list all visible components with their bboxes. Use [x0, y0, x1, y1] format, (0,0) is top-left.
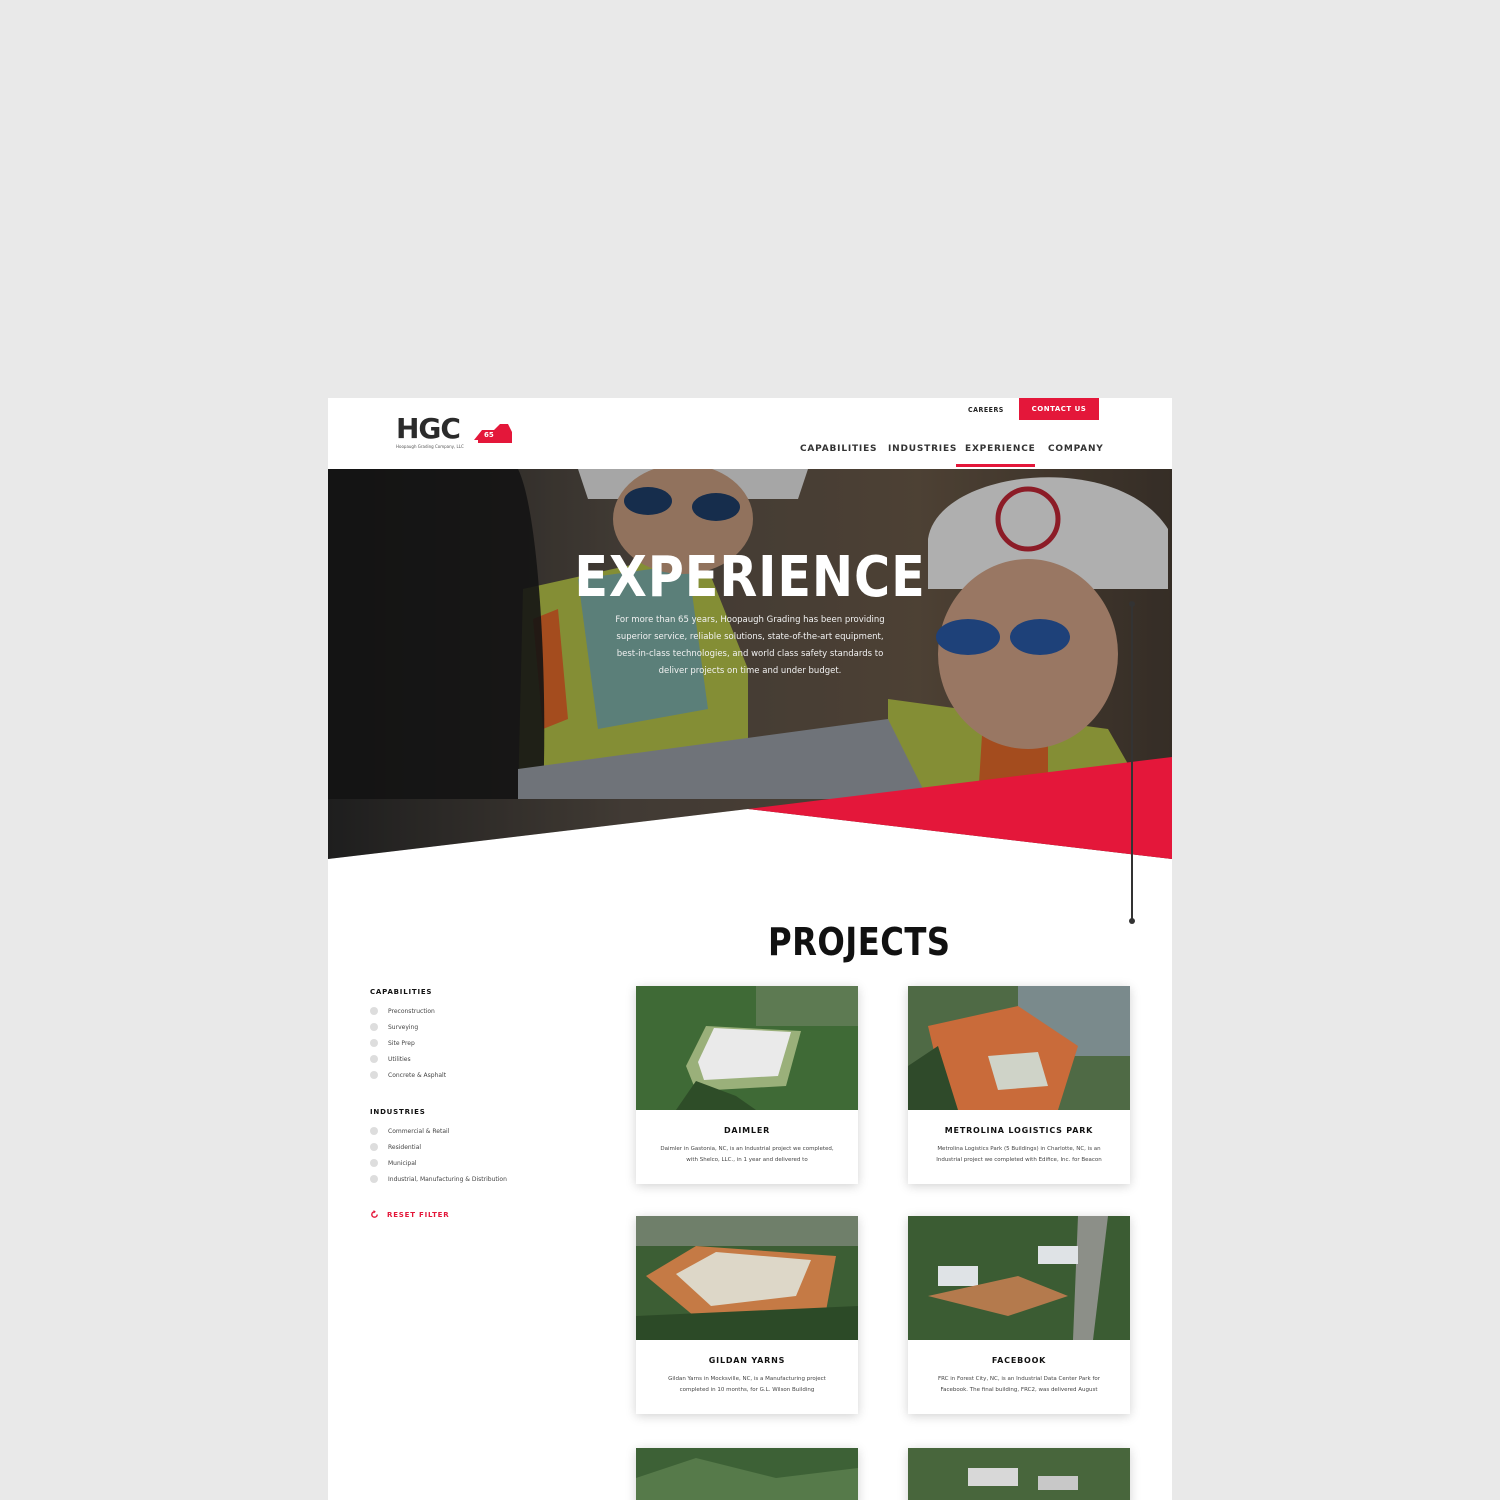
project-card-gildan[interactable]: GILDAN YARNS Gildan Yarns in Mocksville,… [636, 1216, 858, 1414]
filter-label: Site Prep [388, 1039, 415, 1047]
project-description: Metrolina Logistics Park (5 Buildings) i… [936, 1146, 1102, 1163]
project-name: METROLINA LOGISTICS PARK [944, 1126, 1094, 1135]
logo-letters: HGC [396, 412, 461, 445]
radio-button[interactable] [370, 1175, 378, 1183]
project-photo [636, 1448, 858, 1500]
project-card-metrolina[interactable]: METROLINA LOGISTICS PARK Metrolina Logis… [908, 986, 1130, 1184]
filter-municipal[interactable]: Municipal [370, 1159, 417, 1167]
project-description: Gildan Yarns in Mocksville, NC, is a Man… [668, 1376, 826, 1393]
filter-industrial[interactable]: Industrial, Manufacturing & Distribution [370, 1175, 507, 1183]
project-name: DAIMLER [723, 1126, 771, 1135]
project-card-5[interactable] [636, 1448, 858, 1500]
filter-label: Surveying [388, 1023, 419, 1031]
contact-us-button[interactable]: CONTACT US [1019, 398, 1099, 420]
filter-label: Concrete & Asphalt [388, 1071, 447, 1079]
hero-title: EXPERIENCE [574, 545, 926, 610]
filter-residential[interactable]: Residential [370, 1143, 421, 1151]
filter-label: Utilities [388, 1055, 411, 1063]
project-photo [908, 1216, 1130, 1340]
project-name: GILDAN YARNS [708, 1356, 786, 1365]
nav-experience[interactable]: EXPERIENCE [965, 444, 1036, 454]
nav-industries[interactable]: INDUSTRIES [888, 444, 957, 454]
radio-button[interactable] [370, 1039, 378, 1047]
reset-icon [371, 1210, 378, 1218]
radio-button[interactable] [370, 1127, 378, 1135]
project-card-facebook[interactable]: FACEBOOK FRC in Forest City, NC, is an I… [908, 1216, 1130, 1414]
hero-description: For more than 65 years, Hoopaugh Grading… [615, 615, 885, 676]
radio-button[interactable] [370, 1055, 378, 1063]
nav-company[interactable]: COMPANY [1048, 444, 1104, 454]
excavator-icon: 65 [474, 424, 512, 443]
radio-button[interactable] [370, 1159, 378, 1167]
filter-concrete-asphalt[interactable]: Concrete & Asphalt [370, 1071, 446, 1079]
scroll-indicator-bottom-dot [1129, 918, 1135, 924]
logo-subtitle: Hoopaugh Grading Company, LLC [396, 444, 464, 449]
project-description: FRC in Forest City, NC, is an Industrial… [937, 1376, 1101, 1393]
filter-surveying[interactable]: Surveying [370, 1023, 418, 1031]
project-name: FACEBOOK [991, 1356, 1047, 1365]
careers-link[interactable]: CAREERS [968, 406, 1004, 414]
projects-title: PROJECTS [768, 920, 951, 964]
filter-label: Preconstruction [388, 1007, 435, 1015]
reset-filter-label: RESET FILTER [387, 1210, 450, 1219]
project-card-6[interactable] [908, 1448, 1130, 1500]
webpage-mockup: HGC 65 Hoopaugh Grading Company, LLC CAR… [328, 398, 1172, 1500]
project-photo [908, 1448, 1130, 1500]
project-photo [908, 986, 1130, 1110]
radio-button[interactable] [370, 1023, 378, 1031]
filter-heading-capabilities: CAPABILITIES [370, 988, 433, 996]
filter-label: Residential [388, 1143, 422, 1151]
hgc-logo[interactable]: HGC 65 Hoopaugh Grading Company, LLC [396, 414, 516, 454]
project-photo [636, 1216, 858, 1340]
filter-label: Municipal [388, 1159, 417, 1167]
filter-label: Commercial & Retail [388, 1127, 450, 1135]
svg-text:65: 65 [484, 431, 494, 439]
reset-filter-button[interactable]: RESET FILTER [370, 1210, 449, 1219]
filter-preconstruction[interactable]: Preconstruction [370, 1007, 435, 1015]
project-card-daimler[interactable]: DAIMLER Daimler in Gastonia, NC, is an I… [636, 986, 858, 1184]
nav-capabilities[interactable]: CAPABILITIES [800, 444, 877, 454]
filter-heading-industries: INDUSTRIES [370, 1108, 426, 1116]
radio-button[interactable] [370, 1143, 378, 1151]
scroll-indicator-line [1131, 604, 1133, 922]
filter-utilities[interactable]: Utilities [370, 1055, 411, 1063]
radio-button[interactable] [370, 1071, 378, 1079]
filter-commercial-retail[interactable]: Commercial & Retail [370, 1127, 449, 1135]
filter-site-prep[interactable]: Site Prep [370, 1039, 415, 1047]
project-description: Daimler in Gastonia, NC, is an Industria… [660, 1146, 834, 1163]
active-nav-indicator [956, 464, 1035, 467]
filter-label: Industrial, Manufacturing & Distribution [388, 1175, 507, 1183]
project-photo [636, 986, 858, 1110]
radio-button[interactable] [370, 1007, 378, 1015]
hero-section: EXPERIENCE For more than 65 years, Hoopa… [328, 469, 1172, 889]
